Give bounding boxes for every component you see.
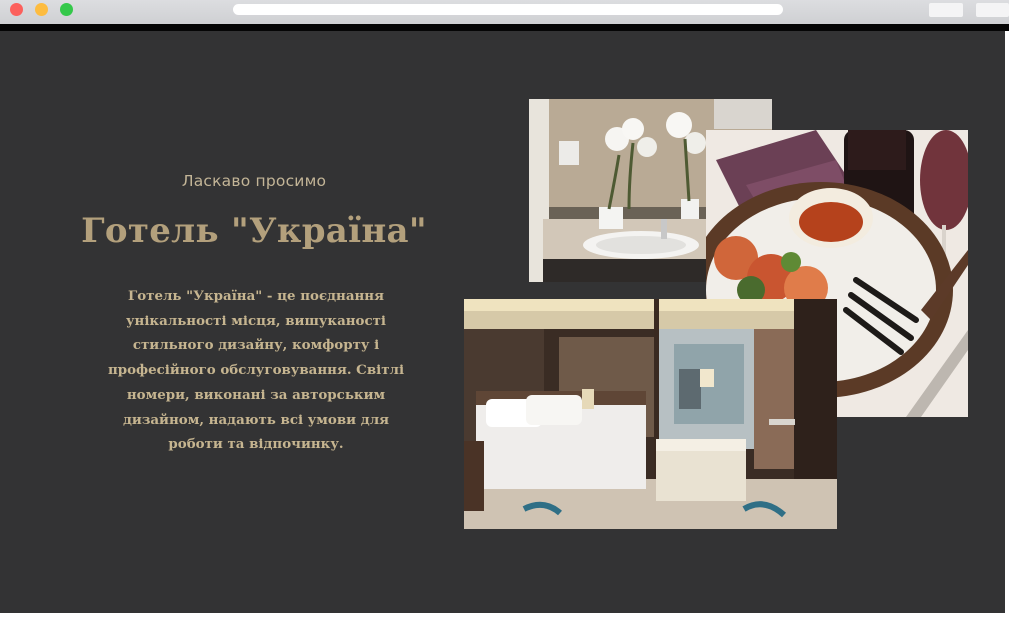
header-divider	[0, 24, 1009, 31]
toolbar-button[interactable]	[976, 3, 1009, 17]
toolbar-button[interactable]	[929, 3, 963, 17]
close-window-button[interactable]	[10, 3, 23, 16]
welcome-subtitle: Ласкаво просимо	[181, 172, 327, 190]
maximize-window-button[interactable]	[60, 3, 73, 16]
browser-toolbar	[0, 0, 1009, 24]
hero-section: Ласкаво просимо Готель "Україна" Готель …	[0, 31, 1005, 613]
hotel-title: Готель "Україна"	[81, 211, 427, 251]
page-edge	[1005, 31, 1009, 613]
bedroom-photo	[464, 299, 837, 529]
hotel-description: Готель "Україна" - це поєднання унікальн…	[107, 288, 405, 453]
minimize-window-button[interactable]	[35, 3, 48, 16]
address-bar[interactable]	[233, 4, 783, 15]
